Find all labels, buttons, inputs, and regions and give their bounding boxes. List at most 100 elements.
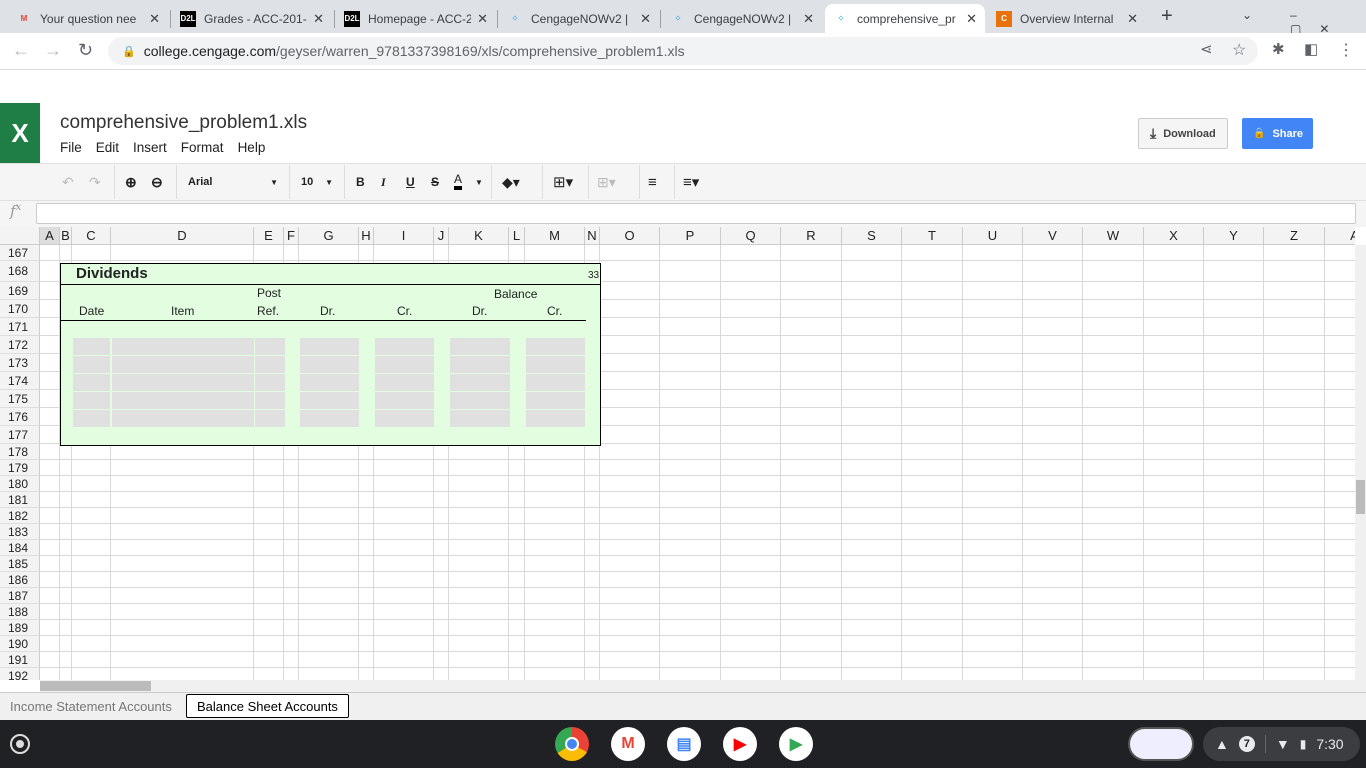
column-header[interactable]: R [781,227,842,245]
share-page-icon[interactable]: ⋖ [1200,40,1213,58]
menu-help[interactable]: Help [238,140,266,155]
close-tab-icon[interactable]: ✕ [313,11,324,27]
row-header[interactable]: 185 [0,556,40,572]
ledger-input-cell[interactable] [526,410,585,427]
youtube-app-icon[interactable]: ▶ [723,727,757,761]
column-header[interactable]: C [72,227,111,245]
column-header[interactable]: S [842,227,902,245]
merge-cells-icon[interactable]: ⊞▾ [597,172,616,192]
ledger-input-cell[interactable] [450,392,510,409]
row-header[interactable]: 190 [0,636,40,652]
row-header[interactable]: 170 [0,300,40,318]
column-header[interactable]: F [284,227,299,245]
ledger-input-cell[interactable] [255,410,285,427]
close-tab-icon[interactable]: ✕ [149,11,160,27]
horizontal-scrollbar[interactable] [40,680,1355,692]
column-header[interactable]: G [299,227,359,245]
menu-format[interactable]: Format [181,140,224,155]
column-header[interactable]: A [1325,227,1355,245]
column-header[interactable]: Z [1264,227,1325,245]
ledger-input-cell[interactable] [255,356,285,373]
row-header[interactable]: 184 [0,540,40,556]
column-header[interactable]: W [1083,227,1144,245]
chrome-app-icon[interactable] [555,727,589,761]
new-tab-button[interactable]: + [1161,5,1173,28]
ledger-input-cell[interactable] [255,392,285,409]
borders-icon[interactable]: ⊞▾ [553,172,573,192]
close-tab-icon[interactable]: ✕ [803,11,814,27]
browser-tab[interactable]: D2L Grades - ACC-201- ✕ [172,4,332,33]
ledger-input-cell[interactable] [450,374,510,391]
close-tab-icon[interactable]: ✕ [966,11,977,27]
row-header[interactable]: 175 [0,390,40,408]
row-header[interactable]: 180 [0,476,40,492]
ledger-input-cell[interactable] [526,356,585,373]
column-header[interactable]: J [434,227,449,245]
ledger-input-cell[interactable] [73,392,110,409]
align-icon[interactable]: ≡▾ [683,172,699,192]
column-header[interactable]: V [1023,227,1083,245]
browser-tab[interactable]: M Your question nee ✕ [8,4,168,33]
ledger-input-cell[interactable] [300,338,359,355]
ledger-input-cell[interactable] [73,410,110,427]
browser-tab[interactable]: ⁘ CengageNOWv2 | ✕ [662,4,822,33]
ledger-input-cell[interactable] [450,356,510,373]
extensions-icon[interactable]: ✱ [1272,40,1285,58]
column-header[interactable]: B [60,227,72,245]
bold-button[interactable]: B [356,172,365,192]
window-controls[interactable]: –▢✕ [1290,8,1366,36]
row-header[interactable]: 188 [0,604,40,620]
back-icon[interactable]: ← [12,40,30,61]
row-header[interactable]: 179 [0,460,40,476]
row-header[interactable]: 182 [0,508,40,524]
ledger-input-cell[interactable] [375,356,434,373]
caret-down-icon[interactable]: ▼ [475,172,483,192]
column-header[interactable]: X [1144,227,1204,245]
column-header[interactable]: T [902,227,963,245]
column-header[interactable]: U [963,227,1023,245]
column-header[interactable]: I [374,227,434,245]
column-header[interactable]: A [40,227,60,245]
menu-file[interactable]: File [60,140,82,155]
url-input[interactable]: 🔒 college.cengage.com/geyser/warren_9781… [108,37,1258,65]
browser-tab[interactable]: C Overview Internal ✕ [988,4,1146,33]
share-button[interactable]: 🔒 Share [1242,118,1313,149]
row-header[interactable]: 168 [0,261,40,282]
row-header[interactable]: 183 [0,524,40,540]
column-header[interactable]: D [111,227,254,245]
ledger-input-cell[interactable] [112,374,254,391]
zoom-out-icon[interactable]: ⊖ [151,172,163,192]
ledger-input-cell[interactable] [112,338,254,355]
holding-space-thumbnails[interactable] [1128,727,1194,761]
font-size-select[interactable]: 10 ▼ [301,172,333,192]
ledger-input-cell[interactable] [450,338,510,355]
ledger-input-cell[interactable] [73,374,110,391]
undo-icon[interactable]: ↶ [62,172,74,192]
column-header[interactable]: H [359,227,374,245]
ledger-input-cell[interactable] [300,392,359,409]
sheet-tab-balance-sheet[interactable]: Balance Sheet Accounts [186,694,349,718]
close-tab-icon[interactable]: ✕ [1127,11,1138,27]
browser-menu-icon[interactable]: ⋮ [1338,40,1354,60]
ledger-input-cell[interactable] [300,374,359,391]
ledger-input-cell[interactable] [300,356,359,373]
docs-app-icon[interactable]: ▤ [667,727,701,761]
row-header[interactable]: 174 [0,372,40,390]
menu-edit[interactable]: Edit [96,140,119,155]
ledger-input-cell[interactable] [73,338,110,355]
column-header[interactable]: P [660,227,721,245]
column-header[interactable]: Q [721,227,781,245]
ledger-input-cell[interactable] [375,338,434,355]
ledger-input-cell[interactable] [255,338,285,355]
ledger-input-cell[interactable] [526,374,585,391]
ledger-input-cell[interactable] [255,374,285,391]
row-header[interactable]: 169 [0,282,40,300]
ledger-input-cell[interactable] [375,410,434,427]
close-tab-icon[interactable]: ✕ [477,11,488,27]
ledger-input-cell[interactable] [526,392,585,409]
horizontal-scroll-thumb[interactable] [40,681,151,691]
vertical-scroll-thumb[interactable] [1356,480,1365,514]
underline-button[interactable]: U [406,172,415,192]
row-header[interactable]: 191 [0,652,40,668]
spreadsheet-grid[interactable]: Dividends 33 Post Balance Date Item Ref.… [0,227,1355,680]
